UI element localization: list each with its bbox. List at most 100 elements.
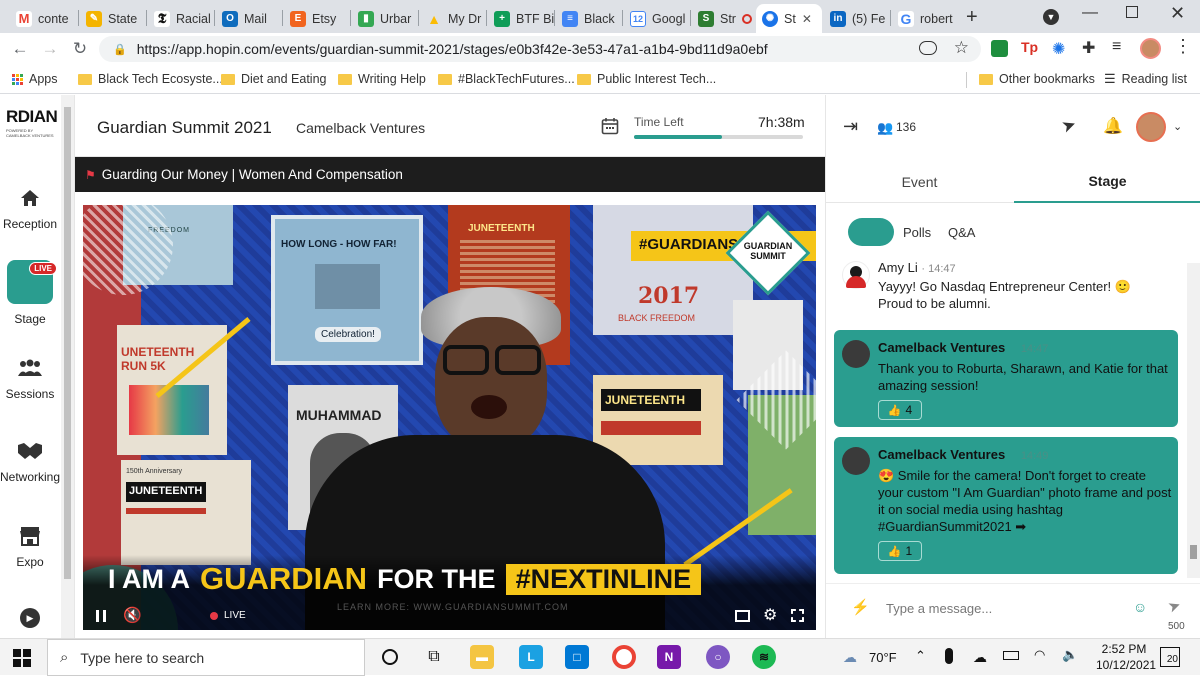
chevron-down-icon[interactable]: ⌄: [1173, 120, 1182, 133]
other-bookmarks[interactable]: Other bookmarks: [979, 69, 1095, 89]
video-player[interactable]: FREEDOM HOW LONG - HOW FAR! Celebration!…: [83, 205, 816, 630]
settings-gear-icon[interactable]: ⚙: [763, 605, 777, 625]
play-icon[interactable]: ▶: [20, 608, 40, 628]
stage-icon: LIVE: [7, 260, 57, 304]
profile-avatar[interactable]: [1140, 38, 1161, 59]
windows-taskbar: ⌕ Type here to search ⧉ ▬ L □ N ○ ≋ ☁ 70…: [0, 638, 1200, 676]
bookmark-folder[interactable]: Diet and Eating: [221, 69, 326, 89]
bookmark-folder[interactable]: Writing Help: [338, 69, 426, 89]
event-logo[interactable]: RDIAN POWERED BY CAMELBACK VENTURES: [6, 107, 58, 149]
sidebar-scrollbar[interactable]: [61, 95, 74, 638]
app-l-icon[interactable]: L: [519, 645, 543, 669]
browser-tab[interactable]: O Mail: [216, 4, 282, 33]
tab-event[interactable]: Event: [826, 161, 1013, 203]
task-view-icon[interactable]: ⧉: [422, 645, 446, 669]
app-square-icon[interactable]: □: [565, 645, 589, 669]
chevron-up-icon[interactable]: ⌃: [915, 648, 926, 664]
scrollbar-thumb[interactable]: [64, 107, 71, 579]
minimize-button[interactable]: —: [1082, 4, 1098, 22]
browser-tab[interactable]: 𝕿 Racial: [148, 4, 214, 33]
bookmark-folder[interactable]: Public Interest Tech...: [577, 69, 716, 89]
message-input[interactable]: Type a message...: [886, 601, 992, 616]
chat-scrollbar[interactable]: [1187, 263, 1200, 578]
notification-center-icon[interactable]: 20: [1160, 647, 1180, 667]
chat-toggle[interactable]: [848, 218, 894, 246]
event-header: Guardian Summit 2021 Camelback Ventures …: [75, 95, 825, 157]
pause-icon[interactable]: [96, 610, 106, 622]
app-circle-icon[interactable]: ○: [706, 645, 730, 669]
hopin-extension-icon[interactable]: ✺: [1052, 39, 1065, 59]
tab-search-icon[interactable]: ▼: [1043, 9, 1059, 25]
scrollbar-thumb[interactable]: [1190, 545, 1197, 559]
nav-sessions[interactable]: Sessions: [0, 355, 60, 401]
onenote-icon[interactable]: N: [657, 645, 681, 669]
nav-stage[interactable]: LIVE Stage: [0, 260, 60, 326]
browser-tab[interactable]: S Str: [692, 4, 754, 33]
back-button[interactable]: ←: [8, 37, 32, 61]
forward-button[interactable]: →: [38, 37, 62, 61]
fullscreen-icon[interactable]: [791, 609, 804, 622]
browser-tab[interactable]: ▮ Urbar: [352, 4, 418, 33]
collapse-panel-icon[interactable]: ⇥: [843, 116, 858, 137]
tab-stage[interactable]: Stage: [1014, 161, 1200, 203]
bell-icon[interactable]: 🔔: [1103, 116, 1123, 136]
spotify-icon[interactable]: ≋: [752, 645, 776, 669]
reaction-button[interactable]: 👍 4: [878, 400, 922, 420]
clock[interactable]: 2:52 PM 10/12/2021: [1096, 641, 1156, 673]
lightning-icon[interactable]: ⚡: [851, 598, 870, 616]
organizer-name[interactable]: Camelback Ventures: [296, 120, 425, 136]
browser-tab[interactable]: ▲ My Dr: [420, 4, 486, 33]
bookmark-apps[interactable]: Apps: [12, 69, 58, 89]
extension-icon[interactable]: [991, 40, 1008, 57]
browser-tab[interactable]: in (5) Fe: [824, 4, 890, 33]
qa-tab[interactable]: Q&A: [948, 225, 975, 240]
wifi-icon[interactable]: ◠: [1034, 647, 1045, 663]
reaction-button[interactable]: 👍 1: [878, 541, 922, 561]
browser-tab[interactable]: ≡ Black: [556, 4, 622, 33]
nav-reception[interactable]: Reception: [0, 185, 60, 231]
browser-tab[interactable]: E Etsy: [284, 4, 350, 33]
window-close-button[interactable]: ✕: [1170, 3, 1185, 24]
browser-tab[interactable]: 12 Googl: [624, 4, 690, 33]
nav-networking[interactable]: Networking: [0, 438, 60, 484]
picture-in-picture-icon[interactable]: [735, 610, 750, 622]
weather-temperature[interactable]: 70°F: [869, 650, 897, 665]
browser-tab[interactable]: M conte: [10, 4, 76, 33]
nav-expo[interactable]: Expo: [0, 523, 60, 569]
mute-icon[interactable]: 🔇: [123, 606, 142, 624]
battery-icon[interactable]: [1003, 651, 1019, 660]
microphone-icon[interactable]: [945, 648, 953, 664]
cortana-icon[interactable]: [382, 649, 398, 665]
puzzle-icon[interactable]: ✚: [1082, 38, 1095, 58]
polls-tab[interactable]: Polls: [903, 225, 931, 240]
bookmark-folder[interactable]: #BlackTechFutures...: [438, 69, 575, 89]
reading-list[interactable]: ☰ Reading list: [1104, 69, 1187, 89]
file-explorer-icon[interactable]: ▬: [470, 645, 494, 669]
bookmark-folder[interactable]: Black Tech Ecosyste...: [78, 69, 223, 89]
onedrive-icon[interactable]: ☁: [973, 649, 987, 666]
address-bar[interactable]: 🔒 https://app.hopin.com/events/guardian-…: [99, 36, 981, 62]
star-icon[interactable]: ☆: [954, 38, 969, 58]
chrome-icon[interactable]: [612, 645, 636, 669]
reload-button[interactable]: ↻: [68, 37, 92, 61]
send-icon[interactable]: ➤: [1059, 114, 1079, 138]
event-title: Guardian Summit 2021: [97, 118, 272, 137]
browser-tab[interactable]: ✎ State: [80, 4, 146, 33]
emoji-icon[interactable]: ☺: [1133, 599, 1147, 615]
new-tab-button[interactable]: +: [966, 6, 978, 29]
taskbar-search[interactable]: ⌕ Type here to search: [47, 639, 365, 676]
browser-tab[interactable]: G robert: [892, 4, 958, 33]
media-icon[interactable]: ≡: [1112, 38, 1121, 56]
browser-tab-active[interactable]: ✺ St ✕: [756, 4, 822, 33]
restore-button[interactable]: [1126, 6, 1138, 18]
menu-icon[interactable]: ⋮: [1174, 36, 1192, 57]
user-avatar[interactable]: [1136, 112, 1166, 142]
browser-tab[interactable]: + BTF Bi: [488, 4, 554, 33]
send-message-icon[interactable]: ➤: [1165, 595, 1184, 616]
close-icon[interactable]: ✕: [802, 12, 812, 26]
windows-start-icon[interactable]: [13, 649, 31, 667]
calendar-icon[interactable]: [601, 117, 619, 135]
tp-extension-icon[interactable]: Tp: [1021, 39, 1038, 55]
volume-icon[interactable]: 🔈: [1062, 647, 1078, 663]
tracking-icon[interactable]: [919, 41, 937, 55]
